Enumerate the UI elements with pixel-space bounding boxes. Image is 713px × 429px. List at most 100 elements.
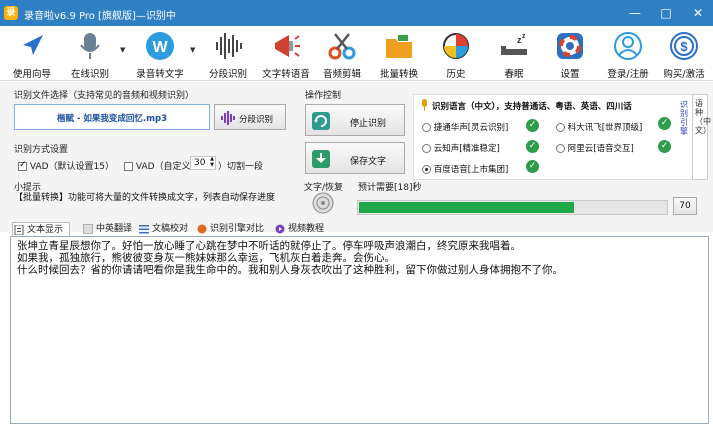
svg-text:$: $ — [680, 39, 688, 54]
transcript-textarea[interactable]: 张坤立青星辰想你了。好怕一放心睡了心跳在梦中不听话的就停止了。停车呼吸声浪潮白，… — [10, 236, 709, 424]
vad-custom-label: VAD（自定义 — [135, 162, 191, 172]
toolbar-label: 音频剪辑 — [322, 69, 361, 80]
engine-option-baidu[interactable]: 百度语音[上市集团] — [422, 163, 508, 175]
check-icon: ✓ — [658, 117, 671, 130]
folder-icon — [386, 35, 412, 58]
toolbar-label: 登录/注册 — [607, 69, 649, 80]
toolbar-online-recognize-button[interactable]: 在线识别 — [62, 26, 118, 81]
check-icon: ✓ — [658, 140, 671, 153]
toolbar-audio-edit-button[interactable]: 音频剪辑 — [314, 26, 370, 81]
svg-text:z: z — [522, 33, 526, 40]
compass-icon — [23, 35, 43, 55]
dollar-icon: $ — [670, 32, 698, 60]
refresh-icon — [312, 112, 330, 130]
maximize-button[interactable]: □ — [652, 3, 680, 23]
segment-recognize-button[interactable]: 分段识别 — [214, 104, 286, 130]
engine-radio[interactable] — [422, 123, 431, 132]
transcript-line: 张坤立青星辰想你了。好怕一放心睡了心跳在梦中不听话的就停止了。停车呼吸声浪潮白，… — [17, 240, 521, 252]
toolbar-sleep-button[interactable]: zz 春眠 — [486, 26, 542, 81]
list-icon — [139, 225, 149, 234]
toolbar-batch-convert-button[interactable]: 批量转换 — [371, 26, 427, 81]
segment-recognize-label: 分段识别 — [239, 115, 274, 125]
engine-option-aliyun[interactable]: 阿里云[语音交互] — [556, 142, 634, 154]
video-icon — [275, 224, 285, 234]
check-icon: ✓ — [526, 140, 539, 153]
audio-dropdown-arrow[interactable]: ▼ — [190, 26, 196, 81]
w-icon: W — [146, 32, 174, 60]
stepper-arrows-icon[interactable]: ▲ ▼ — [210, 156, 214, 168]
file-name-field[interactable]: 楷赋 - 如果我变成回忆.mp3 — [14, 104, 210, 130]
save-text-button[interactable]: 保存文字 — [305, 142, 405, 174]
stop-label: 停止识别 — [350, 119, 387, 129]
translate-icon — [83, 224, 93, 234]
toolbar-label: 设置 — [560, 69, 580, 80]
tab-label: 文本显示 — [27, 225, 64, 235]
engine-label: 科大讯飞[世界顶级] — [567, 123, 643, 133]
toolbar-label: 录音转文字 — [136, 69, 184, 80]
engine-option-yunzhisheng[interactable]: 云知声[精准稳定] — [422, 142, 500, 154]
svg-text:W: W — [152, 39, 168, 56]
tab-label: 视频教程 — [288, 224, 325, 234]
toolbar-label: 购买/激活 — [663, 69, 705, 80]
minimize-button[interactable]: — — [621, 3, 649, 23]
engine-label: 捷通华声[灵云识别] — [433, 123, 509, 133]
title-bar: 录 录音啦v6.9 Pro [旗舰版]—识别中 — □ ✕ — [0, 0, 713, 26]
transcript-line: 什么时候回去？省的你请请吧看你是我生命中的。我和别人身灰衣吹出了这种胜利，留下你… — [17, 264, 563, 276]
tab-proofread[interactable]: 文稿校对 — [138, 222, 188, 236]
engine-radio[interactable] — [422, 144, 431, 153]
waveform-icon — [221, 111, 235, 125]
file-group-title: 识别文件选择（支持常见的音频和视频识别） — [14, 91, 195, 101]
engine-label: 云知声[精准稳定] — [433, 144, 500, 154]
vad-custom-checkbox[interactable] — [124, 162, 133, 171]
check-icon: ✓ — [526, 160, 539, 173]
toolbar-purchase-button[interactable]: $ 购买/激活 — [656, 26, 712, 81]
toolbar-label: 分段识别 — [208, 69, 247, 80]
toolbar-settings-button[interactable]: 设置 — [542, 26, 598, 81]
vad-value-stepper[interactable]: 30 ▲ ▼ — [190, 156, 216, 170]
tab-engine-compare[interactable]: 识别引擎对比 — [196, 222, 264, 236]
engine-label: 阿里云[语音交互] — [567, 144, 634, 154]
engine-radio[interactable] — [556, 123, 565, 132]
main-toolbar: 使用向导 在线识别 ▼ W 录音转文字 ▼ 分段识别 文字转语音 音频剪辑 批量… — [0, 26, 713, 81]
cut-label: ）切割一段 — [218, 162, 264, 172]
engine-radio[interactable] — [556, 144, 565, 153]
stop-recognize-button[interactable]: 停止识别 — [305, 104, 405, 136]
toolbar-segment-button[interactable]: 分段识别 — [200, 26, 256, 81]
tab-text-display[interactable]: 文本显示 — [12, 222, 71, 236]
toolbar-wizard-button[interactable]: 使用向导 — [4, 26, 60, 81]
doc-icon — [14, 225, 24, 235]
sleep-icon: zz — [501, 33, 527, 55]
microphone-icon — [80, 33, 100, 59]
tab-label: 识别引擎对比 — [210, 224, 265, 234]
vad-default-checkbox[interactable]: ✓ — [18, 160, 27, 171]
history-clock-icon — [443, 33, 469, 59]
tab-label: 中英翻译 — [96, 224, 133, 234]
compare-icon — [197, 224, 207, 234]
close-button[interactable]: ✕ — [684, 3, 712, 23]
language-panel: 识别语言（中文），支持普通话、粤语、英语、四川话 捷通华声[灵云识别] ✓ 科大… — [413, 94, 693, 180]
engine-option-xunfei[interactable]: 科大讯飞[世界顶级] — [556, 121, 642, 133]
transcript-line: 如果我，孤独旅行，熊彼彼变身灰一熊妹妹那么幸运，飞机灰白着走奔。会伤心。 — [17, 252, 395, 264]
disc-icon[interactable] — [312, 192, 334, 214]
toolbar-tts-button[interactable]: 文字转语音 — [258, 26, 314, 81]
vad-default-option[interactable]: ✓ VAD（默认设置15） — [18, 159, 114, 172]
online-dropdown-arrow[interactable]: ▼ — [120, 26, 126, 81]
progress-value-button[interactable]: 70 — [673, 197, 697, 215]
tab-video-tutorial[interactable]: 视频教程 — [274, 222, 324, 236]
engine-side-label[interactable]: 识别引擎 — [680, 100, 690, 136]
toolbar-history-button[interactable]: 历史 — [428, 26, 484, 81]
toolbar-login-button[interactable]: 登录/注册 — [598, 26, 658, 81]
engine-radio-selected[interactable] — [422, 165, 431, 174]
ops-title: 操作控制 — [305, 91, 342, 101]
toolbar-label: 批量转换 — [379, 69, 418, 80]
toolbar-label: 使用向导 — [12, 69, 51, 80]
app-logo-icon: 录 — [4, 6, 18, 20]
vad-custom-option[interactable]: VAD（自定义 — [124, 159, 191, 172]
toolbar-audio-to-text-button[interactable]: W 录音转文字 — [130, 26, 190, 81]
toolbar-label: 历史 — [446, 69, 466, 80]
language-title: 识别语言（中文），支持普通话、粤语、英语、四川话 — [432, 102, 632, 112]
language-side-tab[interactable]: 语种（中文） — [692, 94, 711, 180]
tab-translate[interactable]: 中英翻译 — [82, 222, 132, 236]
tab-label: 文稿校对 — [152, 224, 189, 234]
engine-option-jietong[interactable]: 捷通华声[灵云识别] — [422, 121, 508, 133]
